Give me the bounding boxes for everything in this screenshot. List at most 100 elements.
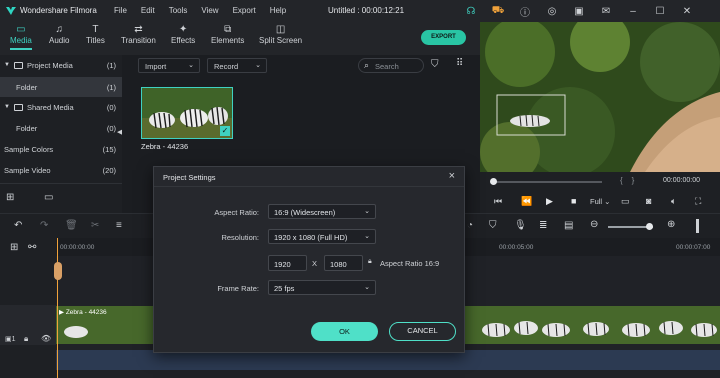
play-icon[interactable]: ▶ [546,196,553,207]
link-icon[interactable]: ⚯ [28,242,36,253]
adjust-icon[interactable]: ≡ [116,220,122,231]
width-input[interactable]: 1920 [268,255,307,271]
library-item-shared-media[interactable]: ▼ Shared Media (0) [0,97,122,117]
lock-icon[interactable]: 🔒︎ [368,258,372,266]
add-track-icon[interactable]: ⊞ [10,242,18,253]
previous-frame-icon[interactable]: ⏮ [494,196,502,207]
library-item-label: Project Media [26,60,73,70]
speed-icon[interactable]: ◔ [467,220,473,231]
notification-icon[interactable]: ✉ [599,4,613,18]
stop-icon[interactable]: ■ [571,196,576,206]
maximize-icon[interactable]: ☐ [653,4,667,18]
info-icon[interactable]: ⓘ [518,4,532,19]
aspect-ratio-select[interactable]: 16:9 (Widescreen) ⌄ [268,204,376,219]
redo-icon[interactable]: ↷ [40,220,48,231]
step-back-icon[interactable]: ⏪ [521,196,532,207]
project-settings-dialog: Project Settings × Aspect Ratio: 16:9 (W… [153,166,465,353]
new-folder-icon[interactable]: ⊞ [6,192,14,203]
timeline-playhead[interactable] [57,238,58,378]
lock-icon[interactable]: 🔒︎ [24,334,28,344]
playhead-marker[interactable] [54,262,62,280]
mark-brackets[interactable]: { } [620,176,634,185]
search-input[interactable]: ⌕ Search [358,58,424,73]
menu-edit[interactable]: Edit [141,6,155,15]
filter-icon[interactable]: ⛉ [431,59,439,70]
subtitle-icon[interactable]: ▤ [564,220,573,231]
music-icon: ♫ [55,24,63,35]
menu-file[interactable]: File [114,6,127,15]
eye-icon[interactable]: 👁︎ [41,334,51,343]
library-item-count: (20) [102,165,116,175]
frame-rate-select[interactable]: 25 fps ⌄ [268,280,376,295]
library-item-sample-video[interactable]: Sample Video (20) [0,160,122,180]
tab-transition[interactable]: ⇄ Transition [121,24,156,45]
library-item-label: Sample Video [4,165,51,175]
cart-icon[interactable]: ⛟ [491,4,505,18]
cancel-button[interactable]: CANCEL [389,322,456,341]
menu-export[interactable]: Export [233,6,256,15]
record-dropdown[interactable]: Record ⌄ [207,58,267,73]
divider [0,183,122,184]
record-label: Record [214,62,239,71]
close-icon[interactable]: × [449,170,455,182]
transition-icon: ⇄ [134,24,143,35]
ok-button[interactable]: OK [311,322,378,341]
caret-down-icon: ▼ [4,62,10,68]
height-input[interactable]: 1080 [324,255,363,271]
menu-help[interactable]: Help [270,6,286,15]
zoom-out-icon[interactable]: ⊖ [590,219,598,230]
fullscreen-icon[interactable]: ⛶ [695,196,701,207]
microphone-icon[interactable]: 🎙︎ [514,220,527,231]
chevron-down-icon: ⌄ [364,233,370,240]
folder-icon[interactable]: ▭ [44,192,53,203]
import-dropdown[interactable]: Import ⌄ [138,58,200,73]
shield-icon[interactable]: ⛉ [489,220,497,231]
screen-icon[interactable]: ▭ [621,196,630,207]
title-bar: Wondershare Filmora File Edit Tools View… [0,0,720,22]
cut-icon[interactable]: ✂ [91,220,99,231]
export-button[interactable]: EXPORT [421,30,466,45]
resolution-value: 1920 x 1080 (Full HD) [274,233,348,242]
delete-icon[interactable]: 🗑︎ [65,220,78,231]
snapshot-icon[interactable]: ◙ [646,196,651,206]
tab-transition-label: Transition [121,36,156,45]
audio-track[interactable] [56,350,720,370]
grid-view-icon[interactable]: ⠿ [456,58,463,69]
minimize-icon[interactable]: – [626,4,640,18]
chevron-down-icon: ⌄ [364,284,370,291]
checkmark-icon: ✓ [220,126,230,136]
user-icon[interactable]: ◎ [545,4,559,18]
tab-media[interactable]: ▭ Media [10,24,32,50]
library-item-project-media[interactable]: ▼ Project Media (1) [0,55,122,75]
library-item-shared-folder[interactable]: Folder (0) [0,118,122,138]
tab-elements[interactable]: ⧉ Elements [211,24,244,45]
split-screen-icon: ◫ [275,24,286,35]
library-item-sample-colors[interactable]: Sample Colors (15) [0,139,122,159]
tab-titles[interactable]: T Titles [86,24,105,45]
zoom-slider-handle[interactable] [646,223,653,230]
playhead-handle[interactable] [490,178,497,185]
menu-view[interactable]: View [201,6,218,15]
clip-thumbnail[interactable]: ✓ [141,87,233,139]
resolution-select[interactable]: 1920 x 1080 (Full HD) ⌄ [268,229,376,244]
save-icon[interactable]: ▣ [572,4,586,18]
menu-tools[interactable]: Tools [169,6,188,15]
library-item-folder[interactable]: Folder (1) [0,77,122,97]
tab-audio-label: Audio [49,36,70,45]
track-height-icon[interactable] [696,219,699,233]
tab-split-screen[interactable]: ◫ Split Screen [259,24,302,45]
playback-progress-track[interactable] [492,181,602,183]
tab-effects[interactable]: ✦ Effects [171,24,195,45]
headset-icon[interactable]: ☊ [464,4,478,18]
quality-dropdown[interactable]: Full ⌄ [590,197,610,206]
volume-icon[interactable]: 🔈︎ [671,196,676,207]
document-title: Untitled : 00:00:12:21 [328,6,405,15]
play-icon: ▶ [59,309,66,316]
track-number-icon: ▣1 [5,336,16,343]
folder-icon [13,61,23,69]
zoom-in-icon[interactable]: ⊕ [667,219,675,230]
tab-audio[interactable]: ♫ Audio [49,24,69,45]
close-icon[interactable]: ✕ [680,4,694,18]
undo-icon[interactable]: ↶ [14,220,22,231]
audio-mix-icon[interactable]: ≣ [539,220,547,231]
